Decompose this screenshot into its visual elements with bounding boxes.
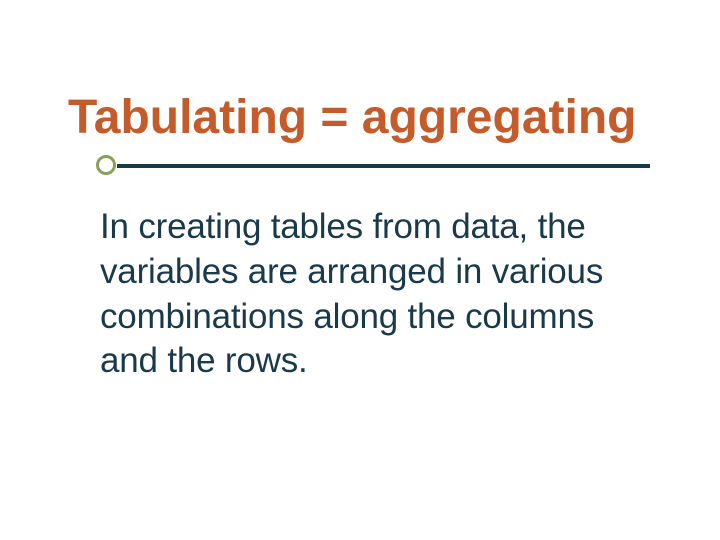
slide-body: In creating tables from data, the variab… [100, 205, 640, 384]
slide: Tabulating = aggregating In creating tab… [0, 0, 720, 540]
divider [60, 157, 660, 179]
bullet-icon [96, 155, 116, 175]
slide-title: Tabulating = aggregating [68, 90, 660, 145]
horizontal-rule [117, 164, 650, 168]
